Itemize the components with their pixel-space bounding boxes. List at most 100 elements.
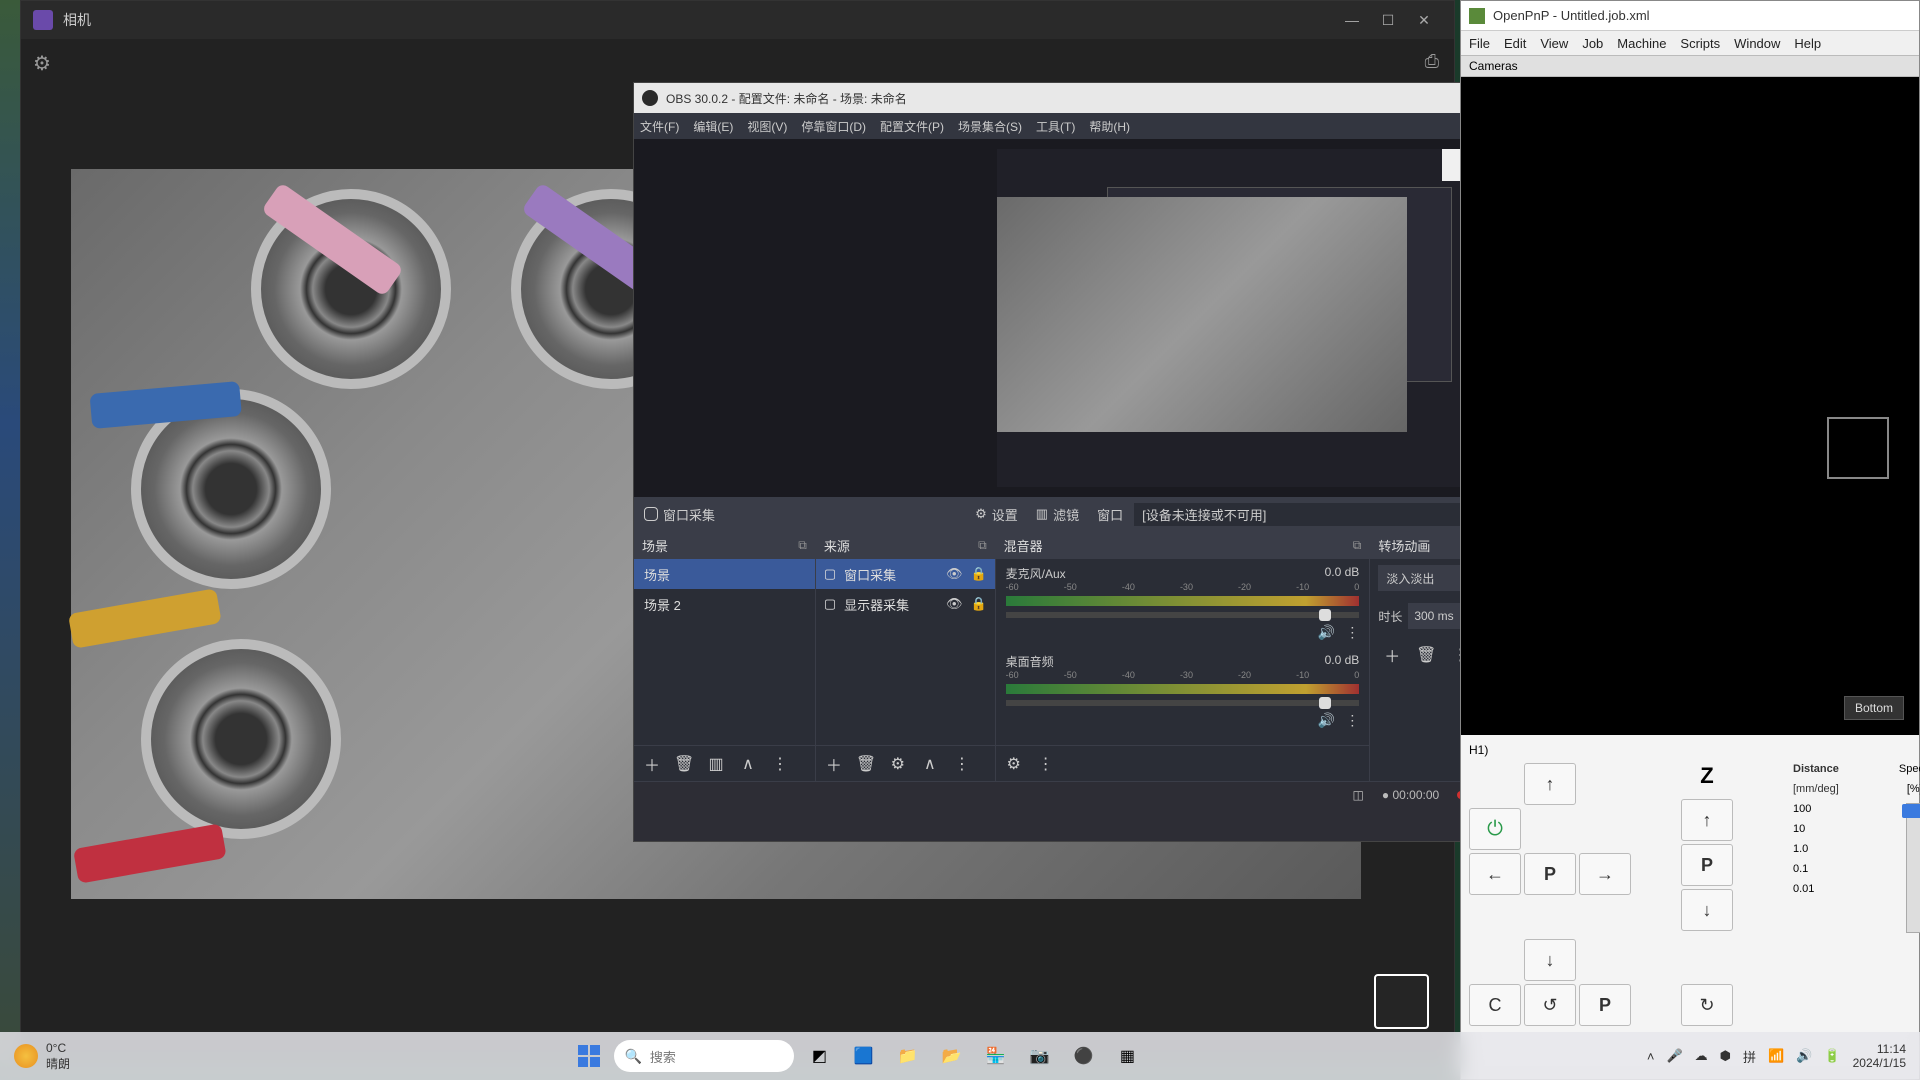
taskbar-obs-app[interactable]: ⚫	[1064, 1037, 1102, 1075]
slider-thumb[interactable]	[1319, 697, 1331, 709]
speed-slider[interactable]	[1906, 803, 1920, 933]
jog-y-minus-button[interactable]: ↓	[1524, 939, 1576, 981]
popout-icon[interactable]: ⧉	[978, 538, 987, 553]
menu-edit[interactable]: 编辑(E)	[693, 118, 733, 135]
menu-job[interactable]: Job	[1582, 36, 1603, 51]
camera-name-badge[interactable]: Bottom	[1844, 696, 1904, 720]
slider-thumb[interactable]	[1902, 804, 1920, 818]
distance-option[interactable]: 100	[1793, 803, 1839, 815]
add-source-button[interactable]: ＋	[824, 752, 844, 776]
jog-ccw-button[interactable]: ↺	[1524, 984, 1576, 1026]
add-scene-button[interactable]: ＋	[642, 752, 662, 776]
source-settings-button[interactable]: ⚙ 设置	[975, 505, 1018, 524]
jog-cw-button[interactable]: ↻	[1681, 984, 1733, 1026]
popout-icon[interactable]: ⧉	[1353, 538, 1362, 553]
taskbar-app[interactable]: 📂	[932, 1037, 970, 1075]
jog-x-plus-button[interactable]: →	[1579, 853, 1631, 895]
mute-button[interactable]: 🔊	[1318, 624, 1335, 641]
taskbar-app[interactable]: 🟦	[844, 1037, 882, 1075]
clock[interactable]: 11:14 2024/1/15	[1853, 1042, 1906, 1071]
popout-icon[interactable]: ⧉	[798, 538, 807, 553]
remove-source-button[interactable]: 🗑	[856, 754, 876, 774]
scene-item[interactable]: 场景 2	[634, 589, 815, 619]
menu-tools[interactable]: 工具(T)	[1036, 118, 1075, 135]
visibility-toggle[interactable]: 👁	[946, 596, 963, 612]
more-icon[interactable]: ⋮	[770, 754, 790, 774]
mixer-advanced-button[interactable]: ⚙	[1004, 754, 1024, 774]
mute-button[interactable]: 🔊	[1318, 712, 1335, 729]
task-view-button[interactable]: ◩	[800, 1037, 838, 1075]
menu-profile[interactable]: 配置文件(P)	[880, 118, 944, 135]
remove-transition-button[interactable]: 🗑	[1412, 641, 1440, 669]
park-z-button[interactable]: P	[1681, 844, 1733, 886]
more-icon[interactable]: ⋮	[1345, 712, 1359, 729]
menu-view[interactable]: View	[1540, 36, 1568, 51]
menu-file[interactable]: 文件(F)	[640, 118, 679, 135]
close-button[interactable]: ✕	[1406, 6, 1442, 34]
tray-mic-icon[interactable]: 🎤	[1666, 1048, 1682, 1064]
jog-x-minus-button[interactable]: ←	[1469, 853, 1521, 895]
menu-edit[interactable]: Edit	[1504, 36, 1526, 51]
scene-item[interactable]: 场景	[634, 559, 815, 589]
tray-ime-icon[interactable]: 拼	[1743, 1047, 1756, 1066]
minimize-button[interactable]: —	[1334, 6, 1370, 34]
source-item[interactable]: ▢ 显示器采集 👁 🔒	[816, 589, 995, 619]
more-icon[interactable]: ⋮	[1036, 754, 1056, 774]
more-icon[interactable]: ⋮	[952, 754, 972, 774]
power-button[interactable]: ⏻	[1469, 808, 1521, 850]
menu-file[interactable]: File	[1469, 36, 1490, 51]
taskbar-camera-app[interactable]: 📷	[1020, 1037, 1058, 1075]
weather-widget[interactable]: 0°C 晴朗	[0, 1041, 84, 1072]
tray-chevron-icon[interactable]: ˄	[1647, 1049, 1655, 1064]
openpnp-titlebar[interactable]: OpenPnP - Untitled.job.xml	[1461, 1, 1919, 31]
distance-option[interactable]: 10	[1793, 823, 1839, 835]
system-tray[interactable]: ˄ 🎤 ☁ ⬢ 拼 📶 🔊 🔋 11:14 2024/1/15	[1633, 1042, 1920, 1071]
openpnp-camera-view[interactable]: Bottom	[1461, 77, 1919, 735]
source-properties-button[interactable]: ⚙	[888, 754, 908, 774]
menu-help[interactable]: Help	[1794, 36, 1821, 51]
menu-scenes[interactable]: 场景集合(S)	[958, 118, 1022, 135]
volume-slider[interactable]	[1006, 700, 1360, 706]
jog-y-plus-button[interactable]: ↑	[1524, 763, 1576, 805]
remove-scene-button[interactable]: 🗑	[674, 754, 694, 774]
slider-thumb[interactable]	[1319, 609, 1331, 621]
jog-z-plus-button[interactable]: ↑	[1681, 799, 1733, 841]
lock-toggle[interactable]: 🔒	[970, 596, 986, 612]
tray-app-icon[interactable]: ⬢	[1720, 1048, 1731, 1064]
park-xy-button[interactable]: P	[1524, 853, 1576, 895]
distance-option[interactable]: 0.1	[1793, 863, 1839, 875]
camera-titlebar[interactable]: 相机 — ☐ ✕	[21, 1, 1454, 39]
menu-machine[interactable]: Machine	[1617, 36, 1666, 51]
export-icon[interactable]: ⎙	[1425, 51, 1439, 72]
more-icon[interactable]: ⋮	[1345, 624, 1359, 641]
scene-filters-button[interactable]: ▥	[706, 754, 726, 774]
taskbar-app[interactable]: 🏪	[976, 1037, 1014, 1075]
park-c-button[interactable]: P	[1579, 984, 1631, 1026]
taskbar-app[interactable]: 📁	[888, 1037, 926, 1075]
maximize-button[interactable]: ☐	[1370, 6, 1406, 34]
menu-dock[interactable]: 停靠窗口(D)	[801, 118, 866, 135]
add-transition-button[interactable]: ＋	[1378, 641, 1406, 669]
jog-z-minus-button[interactable]: ↓	[1681, 889, 1733, 931]
taskbar-app[interactable]: ▦	[1108, 1037, 1146, 1075]
search-box[interactable]: 🔍 搜索	[614, 1040, 794, 1072]
windows-taskbar[interactable]: 0°C 晴朗 🔍 搜索 ◩ 🟦 📁 📂 🏪 📷 ⚫ ▦ ˄ 🎤 ☁ ⬢ 拼 📶 …	[0, 1032, 1920, 1080]
gear-icon[interactable]: ⚙	[33, 51, 51, 76]
cancel-button[interactable]: C	[1469, 984, 1521, 1026]
tray-volume-icon[interactable]: 🔊	[1796, 1048, 1812, 1064]
tray-battery-icon[interactable]: 🔋	[1824, 1048, 1840, 1064]
capture-mode-button[interactable]	[1374, 974, 1429, 1029]
source-item[interactable]: ▢ 窗口采集 👁 🔒	[816, 559, 995, 589]
distance-option[interactable]: 0.01	[1793, 883, 1839, 895]
visibility-toggle[interactable]: 👁	[946, 566, 963, 582]
tray-wifi-icon[interactable]: 📶	[1768, 1048, 1784, 1064]
lock-toggle[interactable]: 🔒	[970, 566, 986, 582]
menu-view[interactable]: 视图(V)	[747, 118, 787, 135]
menu-window[interactable]: Window	[1734, 36, 1780, 51]
menu-scripts[interactable]: Scripts	[1680, 36, 1720, 51]
menu-help[interactable]: 帮助(H)	[1089, 118, 1130, 135]
source-filters-button[interactable]: ▥ 滤镜	[1036, 505, 1079, 524]
start-button[interactable]	[570, 1037, 608, 1075]
move-up-button[interactable]: ∧	[920, 754, 940, 774]
distance-option[interactable]: 1.0	[1793, 843, 1839, 855]
